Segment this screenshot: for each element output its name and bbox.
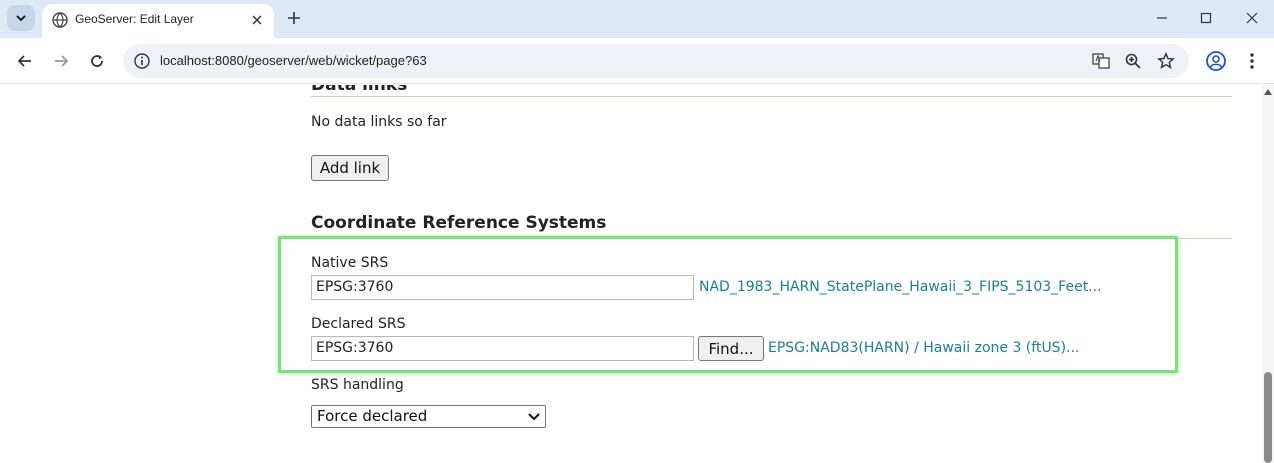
close-window-button[interactable] xyxy=(1242,8,1262,28)
native-srs-label: Native SRS xyxy=(311,255,389,271)
srs-handling-value: Force declared xyxy=(317,407,428,425)
maximize-button[interactable] xyxy=(1196,8,1216,28)
section-divider xyxy=(311,96,1232,97)
plus-icon xyxy=(288,12,300,24)
chevron-down-icon xyxy=(16,15,26,22)
reload-button[interactable] xyxy=(86,50,108,72)
tab-bar: GeoServer: Edit Layer xyxy=(0,0,1274,38)
srs-handling-label: SRS handling xyxy=(311,377,404,393)
back-button[interactable] xyxy=(14,50,36,72)
translate-icon[interactable] xyxy=(1091,52,1111,70)
chevron-down-icon xyxy=(528,413,540,421)
find-srs-button[interactable]: Find... xyxy=(698,336,764,361)
bookmark-star-icon[interactable] xyxy=(1156,52,1176,70)
tab-search-button[interactable] xyxy=(7,5,35,31)
arrow-left-icon xyxy=(17,55,31,67)
forward-button[interactable] xyxy=(50,50,72,72)
close-icon xyxy=(1246,12,1258,24)
tab-geoserver-edit-layer[interactable]: GeoServer: Edit Layer xyxy=(42,4,274,38)
page-content: Data links No data links so far Add link… xyxy=(0,85,1262,463)
no-data-links-text: No data links so far xyxy=(311,114,447,130)
srs-handling-select[interactable]: Force declared xyxy=(311,405,546,428)
declared-srs-link[interactable]: EPSG:NAD83(HARN) / Hawaii zone 3 (ftUS).… xyxy=(768,340,1079,356)
menu-kebab-icon[interactable] xyxy=(1244,50,1260,72)
declared-srs-field[interactable]: EPSG:3760 xyxy=(311,336,694,361)
maximize-icon xyxy=(1200,12,1212,24)
profile-icon[interactable] xyxy=(1205,50,1227,72)
minimize-icon xyxy=(1157,17,1167,19)
data-links-heading: Data links xyxy=(311,85,408,95)
site-info-icon[interactable] xyxy=(133,52,151,70)
page-scrollbar[interactable] xyxy=(1262,85,1274,463)
new-tab-button[interactable] xyxy=(284,8,304,28)
minimize-button[interactable] xyxy=(1152,8,1172,28)
zoom-icon[interactable] xyxy=(1123,52,1143,70)
address-bar[interactable]: localhost:8080/geoserver/web/wicket/page… xyxy=(123,44,1189,78)
reload-icon xyxy=(91,55,103,67)
declared-srs-label: Declared SRS xyxy=(311,316,406,332)
crs-heading: Coordinate Reference Systems xyxy=(311,213,607,233)
close-icon xyxy=(252,15,262,25)
url-text[interactable]: localhost:8080/geoserver/web/wicket/page… xyxy=(160,53,427,68)
tab-title: GeoServer: Edit Layer xyxy=(75,12,194,26)
tab-close-button[interactable] xyxy=(248,11,266,29)
native-srs-field[interactable]: EPSG:3760 xyxy=(311,275,694,300)
native-srs-link[interactable]: NAD_1983_HARN_StatePlane_Hawaii_3_FIPS_5… xyxy=(699,279,1102,295)
arrow-right-icon xyxy=(55,55,69,67)
browser-toolbar: localhost:8080/geoserver/web/wicket/page… xyxy=(0,38,1274,84)
scrollbar-thumb[interactable] xyxy=(1264,372,1272,463)
scroll-up-arrow-icon[interactable] xyxy=(1264,89,1272,95)
globe-icon xyxy=(52,12,68,28)
add-link-button[interactable]: Add link xyxy=(311,155,389,181)
